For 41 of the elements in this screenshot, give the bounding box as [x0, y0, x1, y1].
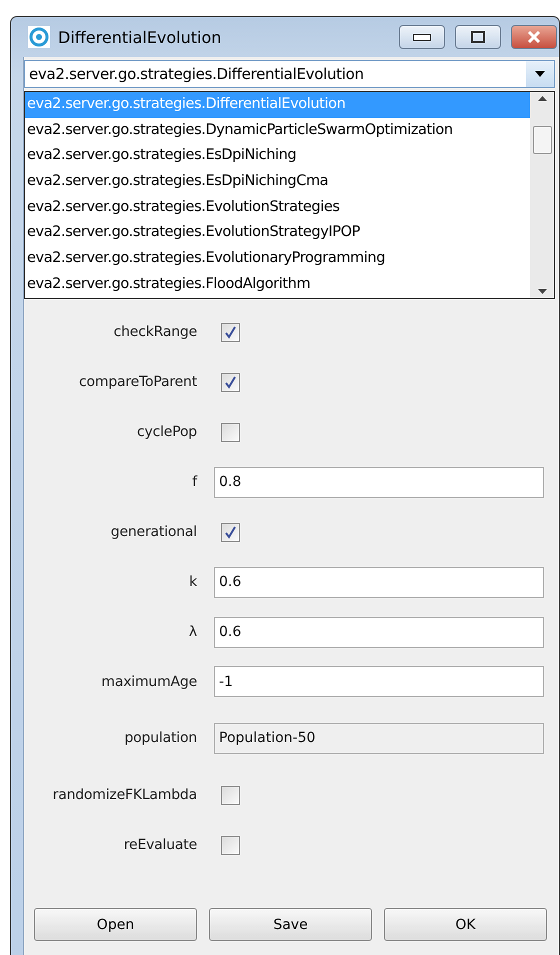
close-icon: [527, 31, 541, 43]
app-logo-icon: [28, 26, 50, 48]
property-label: compareToParent: [78, 374, 197, 390]
property-label: checkRange: [112, 324, 197, 340]
caret-icon: [535, 71, 545, 77]
checkmark-icon: [224, 376, 237, 388]
value-field[interactable]: -1: [214, 666, 544, 697]
dialog-button[interactable]: Save: [209, 908, 372, 941]
property-label: maximumAge: [100, 674, 197, 690]
checkbox[interactable]: [221, 836, 240, 854]
property-label: population: [124, 730, 197, 746]
scroll-thumb[interactable]: [532, 126, 552, 154]
property-label: f: [191, 474, 197, 490]
property-label: λ: [188, 624, 197, 640]
property-label: generational: [110, 524, 197, 540]
scrollbar[interactable]: [530, 92, 554, 298]
maximize-button[interactable]: [455, 25, 501, 49]
checkbox[interactable]: [221, 522, 240, 542]
object-field[interactable]: Population-50: [214, 722, 544, 754]
checkbox[interactable]: [221, 372, 240, 392]
scroll-down-icon[interactable]: [538, 289, 546, 294]
checkbox[interactable]: [221, 422, 240, 442]
dropdown-button[interactable]: [526, 61, 554, 87]
checkmark-icon: [224, 326, 237, 338]
checkmark-icon: [224, 526, 237, 538]
dialog-button[interactable]: OK: [384, 908, 547, 941]
value-field[interactable]: 0.8: [214, 466, 544, 498]
checkbox[interactable]: [221, 322, 240, 342]
dialog-button[interactable]: Open: [34, 908, 197, 941]
strategy-combo-box[interactable]: eva2.server.go.strategies.DifferentialEvolution: [24, 60, 555, 88]
property-label: k: [188, 574, 197, 590]
close-button[interactable]: [511, 25, 557, 49]
minimize-button[interactable]: [399, 25, 445, 49]
value-field[interactable]: 0.6: [214, 566, 544, 598]
window-title: DifferentialEvolution: [58, 28, 222, 46]
checkbox[interactable]: [221, 786, 240, 804]
value-field[interactable]: 0.6: [214, 616, 544, 648]
property-label: randomizeFKLambda: [52, 787, 197, 803]
property-label: reEvaluate: [122, 837, 197, 853]
scroll-up-icon[interactable]: [538, 96, 546, 101]
property-label: cyclePop: [136, 424, 197, 440]
